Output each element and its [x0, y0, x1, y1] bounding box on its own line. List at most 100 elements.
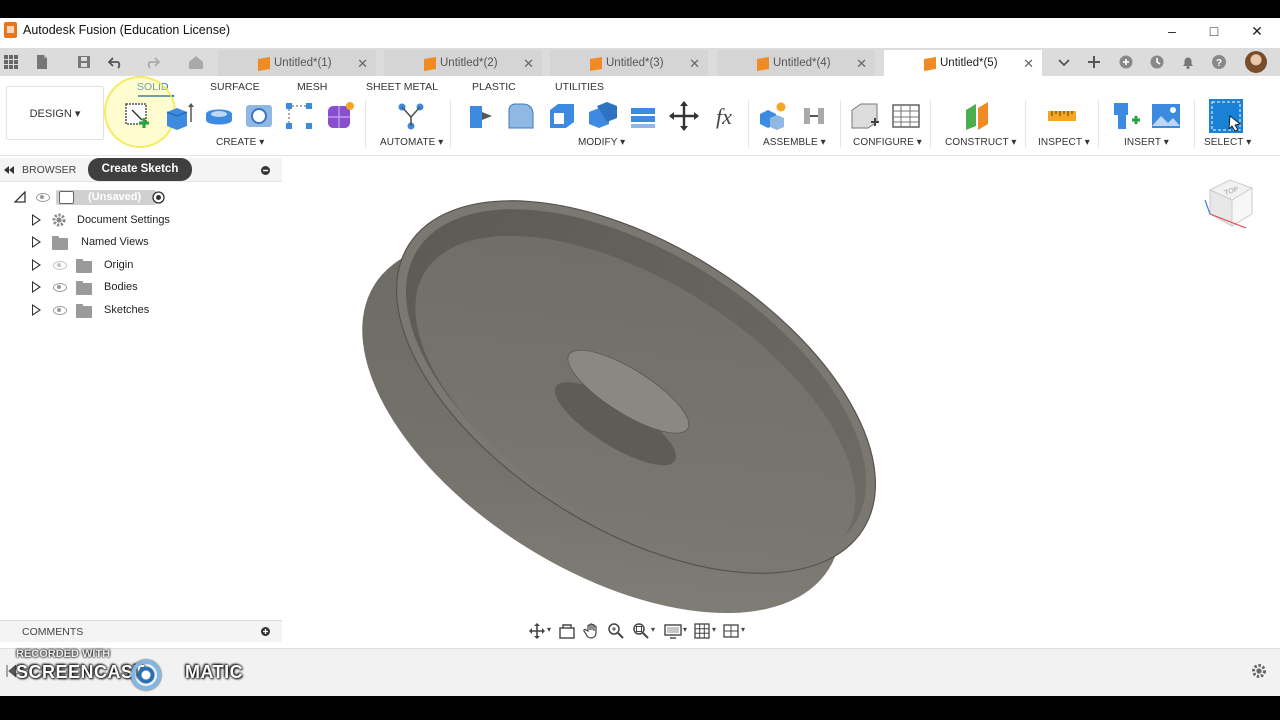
maximize-button[interactable]: □	[1194, 20, 1234, 42]
tab-overflow-chevron-icon[interactable]	[1056, 54, 1072, 70]
insert-group-label[interactable]: INSERT ▾	[1124, 137, 1169, 148]
add-comment-icon[interactable]	[261, 627, 270, 636]
expanded-triangle-icon[interactable]	[14, 191, 26, 203]
tree-item-named-views[interactable]: Named Views	[0, 232, 282, 252]
assemble-group-label[interactable]: ASSEMBLE ▾	[763, 137, 826, 148]
fit-window-icon[interactable]	[632, 622, 650, 640]
minimize-button[interactable]: –	[1152, 20, 1192, 42]
settings-gear-icon[interactable]	[1251, 663, 1267, 679]
joint-icon[interactable]	[798, 100, 830, 132]
extensions-icon[interactable]	[1118, 54, 1134, 70]
construct-group-label[interactable]: CONSTRUCT ▾	[945, 137, 1017, 148]
expand-triangle-icon[interactable]	[32, 304, 41, 316]
tree-item-sketches[interactable]: Sketches	[0, 300, 282, 320]
tree-item-bodies[interactable]: Bodies	[0, 277, 282, 297]
zoom-dropdown-icon[interactable]: ▾	[651, 625, 655, 634]
elliptical-dish-body[interactable]	[299, 158, 938, 620]
configure-group-label[interactable]: CONFIGURE ▾	[853, 137, 922, 148]
hole-icon[interactable]	[243, 100, 275, 132]
tab-close-icon[interactable]: ✕	[357, 56, 368, 72]
expand-triangle-icon[interactable]	[32, 259, 41, 271]
offset-plane-icon[interactable]	[962, 100, 994, 132]
modify-group-label[interactable]: MODIFY ▾	[578, 137, 625, 148]
undo-icon[interactable]	[108, 54, 124, 70]
tab-utilities[interactable]: UTILITIES	[555, 81, 604, 93]
pattern-icon[interactable]	[283, 100, 315, 132]
tab-close-icon[interactable]: ✕	[523, 56, 534, 72]
automate-icon[interactable]	[395, 100, 427, 132]
tree-item-document-settings[interactable]: Document Settings	[0, 210, 282, 230]
tab-untitled-5[interactable]: Untitled*(5) ✕	[884, 50, 1042, 78]
file-menu-icon[interactable]	[34, 54, 50, 70]
display-settings-icon[interactable]	[664, 622, 682, 640]
form-icon[interactable]	[324, 100, 356, 132]
tab-close-icon[interactable]: ✕	[856, 56, 867, 72]
view-cube[interactable]: TOP	[1200, 176, 1260, 238]
fillet-icon[interactable]	[505, 100, 537, 132]
tab-close-icon[interactable]: ✕	[1023, 56, 1034, 72]
redo-icon[interactable]	[144, 54, 160, 70]
display-dropdown-icon[interactable]: ▾	[683, 625, 687, 634]
select-group-label[interactable]: SELECT ▾	[1204, 137, 1251, 148]
tab-surface[interactable]: SURFACE	[210, 81, 260, 93]
expand-triangle-icon[interactable]	[32, 236, 41, 248]
visibility-eye-icon[interactable]	[53, 306, 67, 315]
configuration-table-icon[interactable]	[890, 100, 922, 132]
tab-untitled-3[interactable]: Untitled*(3) ✕	[550, 50, 708, 76]
home-icon[interactable]	[188, 54, 204, 70]
tab-close-icon[interactable]: ✕	[689, 56, 700, 72]
create-sketch-icon[interactable]	[122, 100, 154, 132]
create-group-label[interactable]: CREATE ▾	[216, 137, 264, 148]
combine-icon[interactable]	[586, 100, 618, 132]
tab-untitled-2[interactable]: Untitled*(2) ✕	[384, 50, 542, 76]
orbit-icon[interactable]	[528, 622, 546, 640]
change-parameters-icon[interactable]: fx	[708, 100, 740, 132]
scale-icon[interactable]	[627, 100, 659, 132]
save-icon[interactable]	[76, 54, 92, 70]
insert-canvas-icon[interactable]	[1150, 100, 1182, 132]
shell-icon[interactable]	[546, 100, 578, 132]
active-radio-icon[interactable]	[152, 191, 165, 204]
timeline-start-icon[interactable]	[6, 665, 16, 677]
grid-snaps-icon[interactable]	[693, 622, 711, 640]
select-icon[interactable]	[1208, 98, 1244, 134]
viewports-dropdown-icon[interactable]: ▾	[741, 625, 745, 634]
inspect-group-label[interactable]: INSPECT ▾	[1038, 137, 1090, 148]
expand-triangle-icon[interactable]	[32, 214, 41, 226]
tab-mesh[interactable]: MESH	[297, 81, 327, 93]
hidden-eye-icon[interactable]	[53, 261, 67, 270]
orbit-dropdown-icon[interactable]: ▾	[547, 625, 551, 634]
visibility-eye-icon[interactable]	[53, 283, 67, 292]
grid-dropdown-icon[interactable]: ▾	[712, 625, 716, 634]
new-tab-plus-icon[interactable]	[1086, 54, 1102, 70]
pan-hand-icon[interactable]	[583, 622, 601, 640]
help-icon[interactable]: ?	[1211, 54, 1227, 70]
collapse-panel-icon[interactable]	[4, 166, 14, 174]
configure-icon[interactable]	[849, 100, 881, 132]
close-button[interactable]: ✕	[1237, 20, 1277, 42]
user-avatar[interactable]	[1245, 51, 1267, 73]
viewports-icon[interactable]	[722, 622, 740, 640]
extrude-icon[interactable]	[163, 100, 195, 132]
tab-untitled-4[interactable]: Untitled*(4) ✕	[717, 50, 875, 76]
tree-item-origin[interactable]: Origin	[0, 255, 282, 275]
tab-untitled-1[interactable]: Untitled*(1) ✕	[218, 50, 376, 76]
measure-icon[interactable]	[1046, 100, 1078, 132]
insert-derive-icon[interactable]	[1110, 100, 1142, 132]
press-pull-icon[interactable]	[464, 100, 496, 132]
visibility-eye-icon[interactable]	[36, 193, 50, 202]
look-at-icon[interactable]	[558, 622, 576, 640]
workspace-switcher-button[interactable]: DESIGN ▾	[6, 86, 104, 140]
notifications-bell-icon[interactable]	[1180, 54, 1196, 70]
model-canvas[interactable]	[282, 158, 1280, 620]
tree-root-row[interactable]: (Unsaved)	[0, 187, 282, 207]
expand-triangle-icon[interactable]	[32, 281, 41, 293]
browser-minimize-icon[interactable]	[261, 166, 270, 175]
3d-viewport[interactable]: TOP	[282, 158, 1280, 620]
revolve-icon[interactable]	[203, 100, 235, 132]
tab-sheet-metal[interactable]: SHEET METAL	[366, 81, 438, 93]
job-status-clock-icon[interactable]	[1149, 54, 1165, 70]
new-component-icon[interactable]	[757, 100, 789, 132]
automate-group-label[interactable]: AUTOMATE ▾	[380, 137, 443, 148]
tab-plastic[interactable]: PLASTIC	[472, 81, 516, 93]
